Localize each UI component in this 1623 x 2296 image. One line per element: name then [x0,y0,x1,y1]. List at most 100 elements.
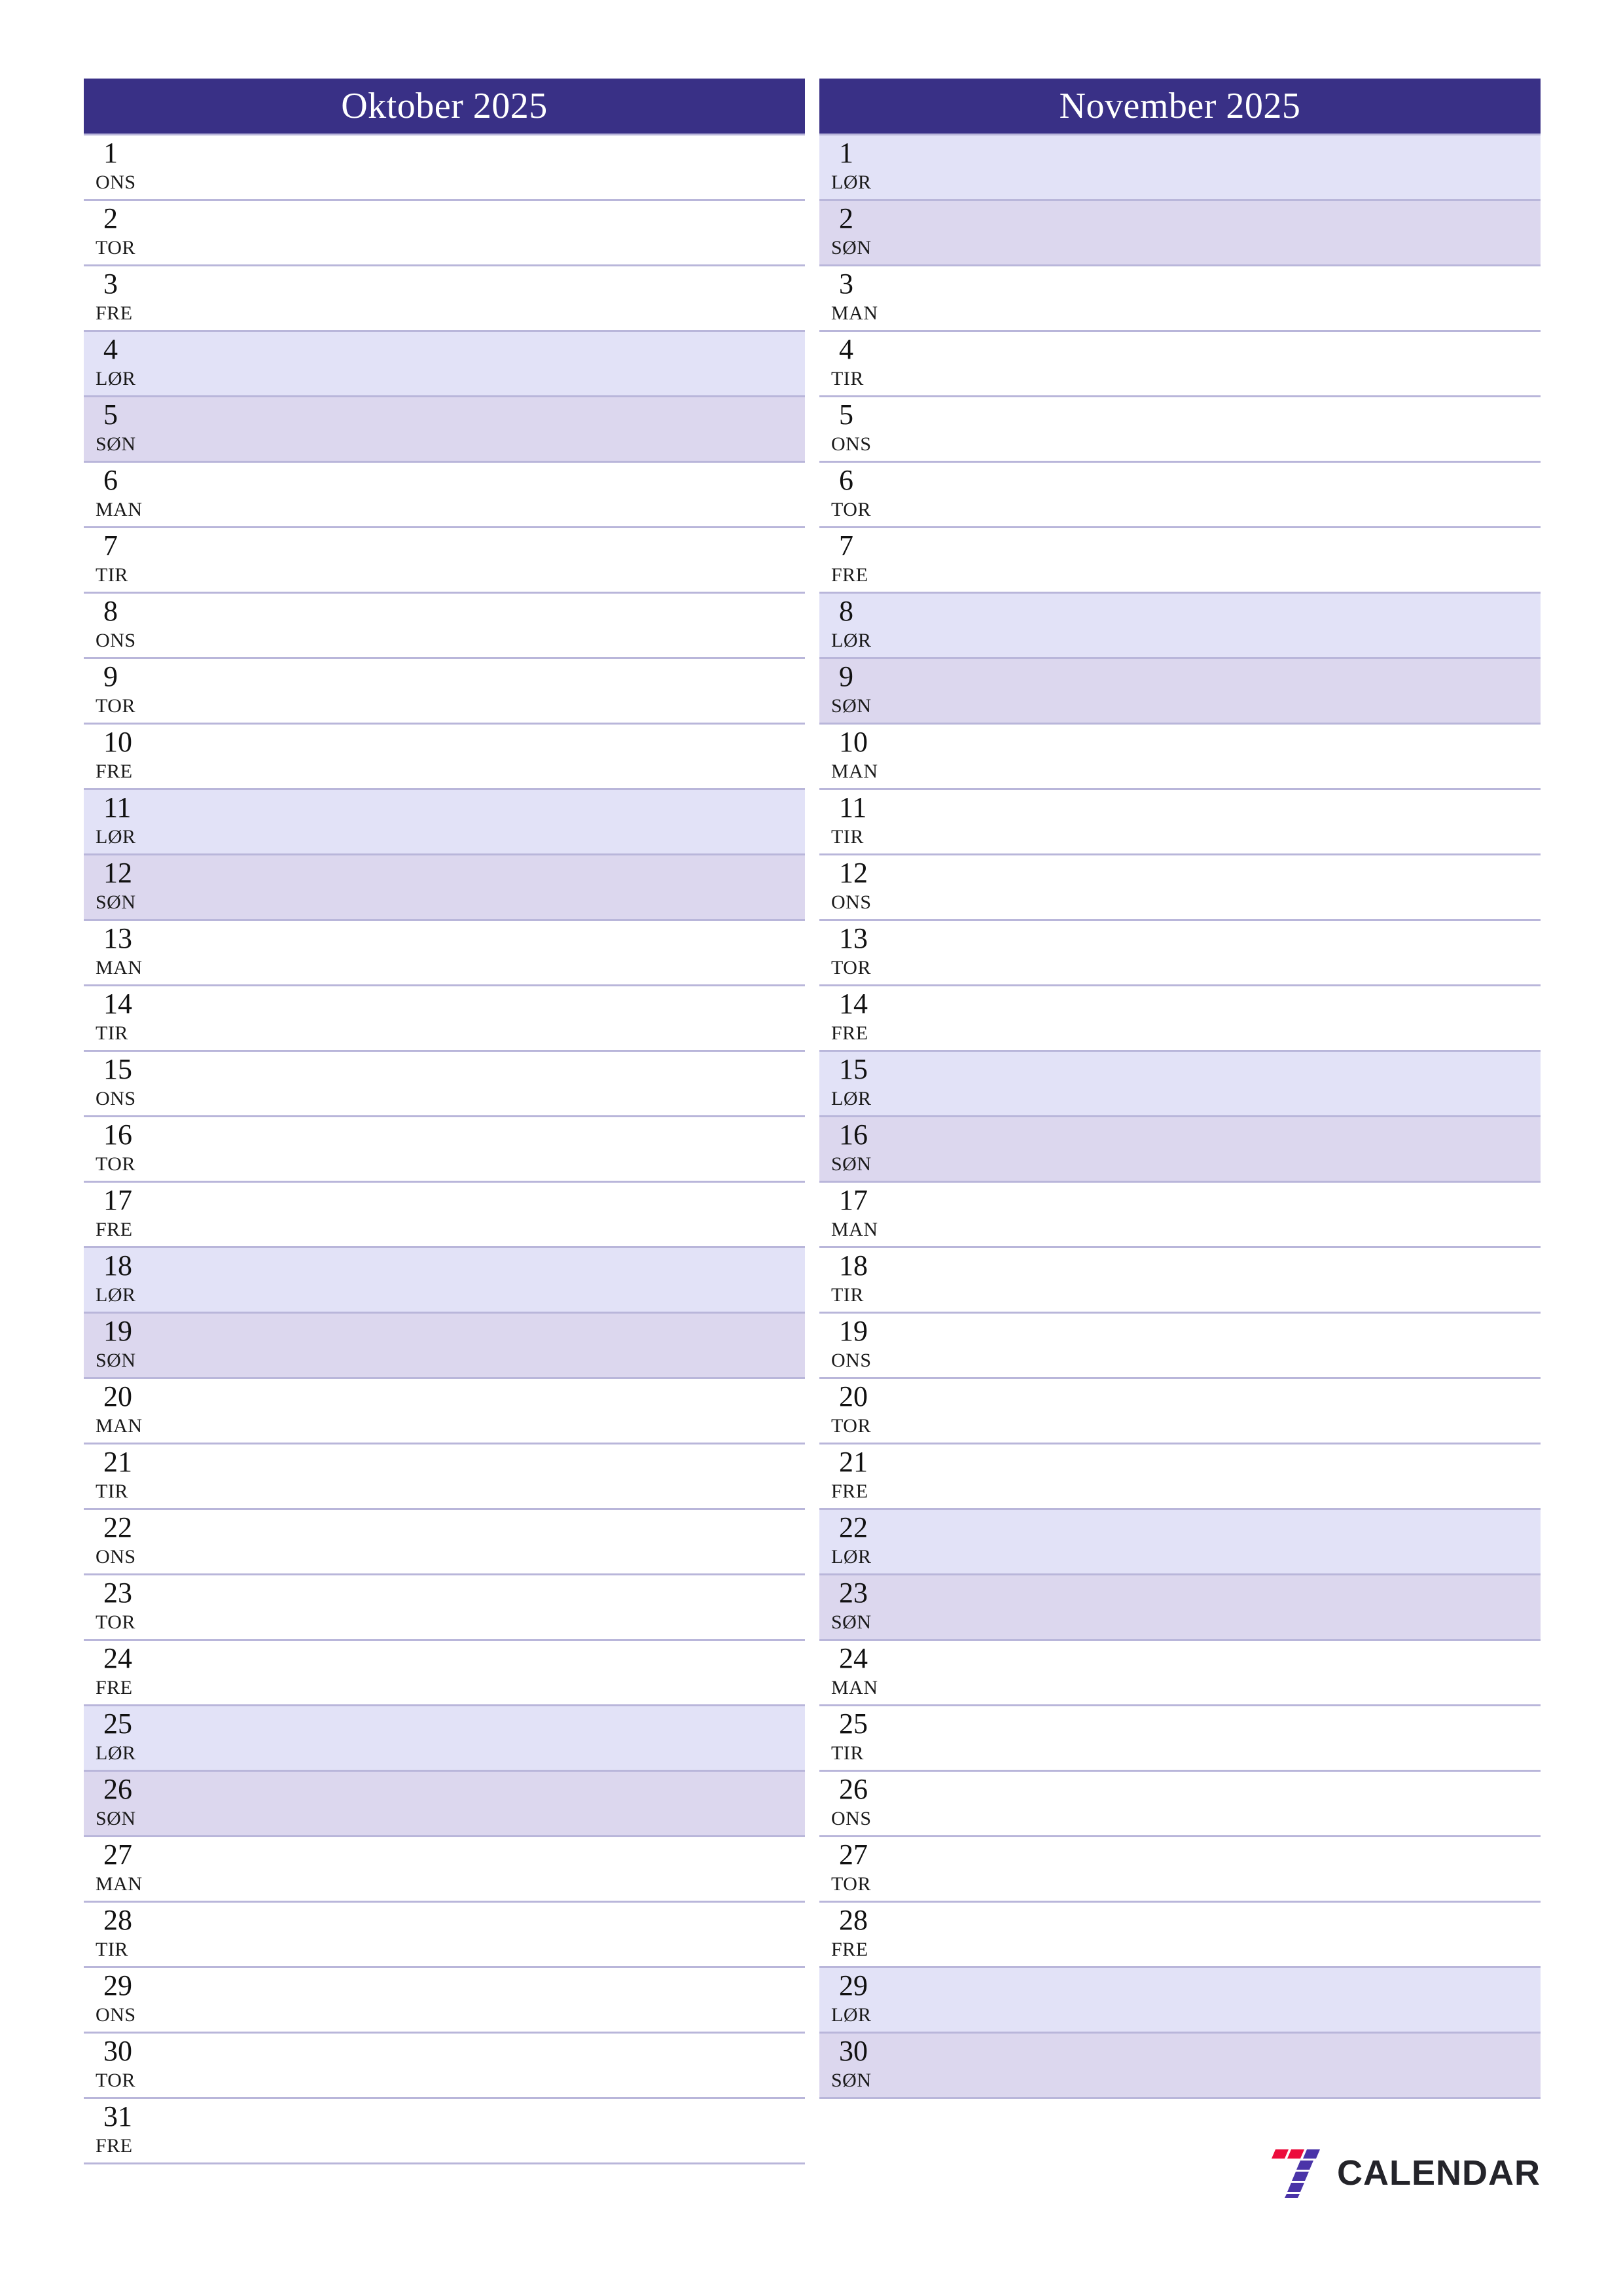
day-weekday-label: MAN [96,1415,143,1437]
day-row[interactable]: 7 TIR [84,528,805,594]
day-row[interactable]: 3 FRE [84,266,805,332]
day-row[interactable]: 16 TOR [84,1117,805,1183]
day-number: 7 [103,529,118,562]
day-weekday-label: FRE [831,1480,868,1502]
day-row[interactable]: 26 SØN [84,1772,805,1837]
day-weekday-label: ONS [96,1088,136,1109]
day-row[interactable]: 11 LØR [84,790,805,855]
day-number: 4 [103,333,118,365]
day-row[interactable]: 20 MAN [84,1379,805,1444]
day-row[interactable]: 5 ONS [819,397,1541,463]
day-number: 31 [103,2100,132,2132]
day-row[interactable]: 13 MAN [84,921,805,986]
day-row[interactable]: 5 SØN [84,397,805,463]
day-row[interactable]: 25 LØR [84,1706,805,1772]
day-row[interactable]: 3 MAN [819,266,1541,332]
day-row[interactable]: 28 TIR [84,1903,805,1968]
day-number: 23 [839,1577,868,1609]
day-row[interactable]: 14 FRE [819,986,1541,1052]
day-row[interactable]: 29 LØR [819,1968,1541,2034]
day-row[interactable]: 2 TOR [84,201,805,266]
day-row[interactable]: 21 FRE [819,1444,1541,1510]
day-row[interactable]: 9 TOR [84,659,805,725]
day-row[interactable]: 27 MAN [84,1837,805,1903]
day-row[interactable]: 16 SØN [819,1117,1541,1183]
day-row[interactable]: 10 FRE [84,725,805,790]
day-weekday-label: FRE [96,1677,133,1698]
day-list-october: 1 ONS 2 TOR 3 FRE 4 LØR 5 SØN 6 MAN 7 TIR 8 ONS 9 TOR 10 FR… [84,134,805,2164]
day-row[interactable]: 23 TOR [84,1575,805,1641]
day-row[interactable]: 21 TIR [84,1444,805,1510]
seven-stripes-icon [1272,2149,1320,2198]
day-number: 21 [839,1446,868,1478]
day-row[interactable]: 26 ONS [819,1772,1541,1837]
day-row[interactable]: 14 TIR [84,986,805,1052]
day-row[interactable]: 15 LØR [819,1052,1541,1117]
day-row[interactable]: 20 TOR [819,1379,1541,1444]
day-weekday-label: TIR [96,1022,128,1044]
day-row[interactable]: 19 SØN [84,1314,805,1379]
day-row[interactable]: 1 LØR [819,135,1541,201]
day-weekday-label: LØR [96,826,136,848]
day-weekday-label: SØN [96,1808,136,1829]
day-row[interactable]: 28 FRE [819,1903,1541,1968]
day-row[interactable]: 17 FRE [84,1183,805,1248]
day-row[interactable]: 19 ONS [819,1314,1541,1379]
day-number: 14 [839,988,868,1020]
day-row[interactable]: 31 FRE [84,2099,805,2164]
day-row[interactable]: 13 TOR [819,921,1541,986]
day-row[interactable]: 8 LØR [819,594,1541,659]
day-weekday-label: SØN [96,891,136,913]
day-weekday-label: LØR [831,2004,872,2026]
day-row[interactable]: 18 LØR [84,1248,805,1314]
day-row[interactable]: 6 MAN [84,463,805,528]
day-row[interactable]: 23 SØN [819,1575,1541,1641]
day-weekday-label: ONS [831,1350,872,1371]
day-row[interactable]: 6 TOR [819,463,1541,528]
day-row[interactable]: 15 ONS [84,1052,805,1117]
day-row[interactable]: 2 SØN [819,201,1541,266]
day-row[interactable]: 29 ONS [84,1968,805,2034]
day-row[interactable]: 22 LØR [819,1510,1541,1575]
day-number: 2 [839,202,853,234]
day-row[interactable]: 17 MAN [819,1183,1541,1248]
day-weekday-label: LØR [831,1088,872,1109]
day-number: 13 [839,922,868,954]
day-row[interactable]: 9 SØN [819,659,1541,725]
day-weekday-label: TOR [96,1611,135,1633]
day-row[interactable]: 12 SØN [84,855,805,921]
day-weekday-label: LØR [96,368,136,389]
day-weekday-label: FRE [96,761,133,782]
day-row[interactable]: 27 TOR [819,1837,1541,1903]
day-row[interactable]: 11 TIR [819,790,1541,855]
day-row[interactable]: 4 TIR [819,332,1541,397]
day-weekday-label: TOR [96,237,135,259]
day-row[interactable]: 18 TIR [819,1248,1541,1314]
day-number: 6 [103,464,118,496]
day-row[interactable]: 12 ONS [819,855,1541,921]
day-row[interactable]: 1 ONS [84,135,805,201]
day-row[interactable]: 30 SØN [819,2034,1541,2099]
day-row[interactable]: 25 TIR [819,1706,1541,1772]
day-number: 27 [103,1839,132,1871]
day-row[interactable]: 10 MAN [819,725,1541,790]
day-row[interactable]: 8 ONS [84,594,805,659]
day-weekday-label: ONS [831,891,872,913]
day-row[interactable]: 24 MAN [819,1641,1541,1706]
day-weekday-label: TOR [831,499,871,520]
month-title-november: November 2025 [819,79,1541,134]
day-number: 6 [839,464,853,496]
day-weekday-label: ONS [96,1546,136,1568]
day-row[interactable]: 30 TOR [84,2034,805,2099]
day-number: 8 [839,595,853,627]
day-number: 22 [839,1511,868,1543]
day-row[interactable]: 24 FRE [84,1641,805,1706]
day-row[interactable]: 22 ONS [84,1510,805,1575]
day-weekday-label: LØR [831,171,872,193]
day-row[interactable]: 7 FRE [819,528,1541,594]
day-number: 28 [839,1904,868,1936]
day-weekday-label: SØN [831,237,872,259]
day-number: 3 [103,268,118,300]
day-row[interactable]: 4 LØR [84,332,805,397]
footer-branding: CALENDAR [1266,2148,1541,2198]
